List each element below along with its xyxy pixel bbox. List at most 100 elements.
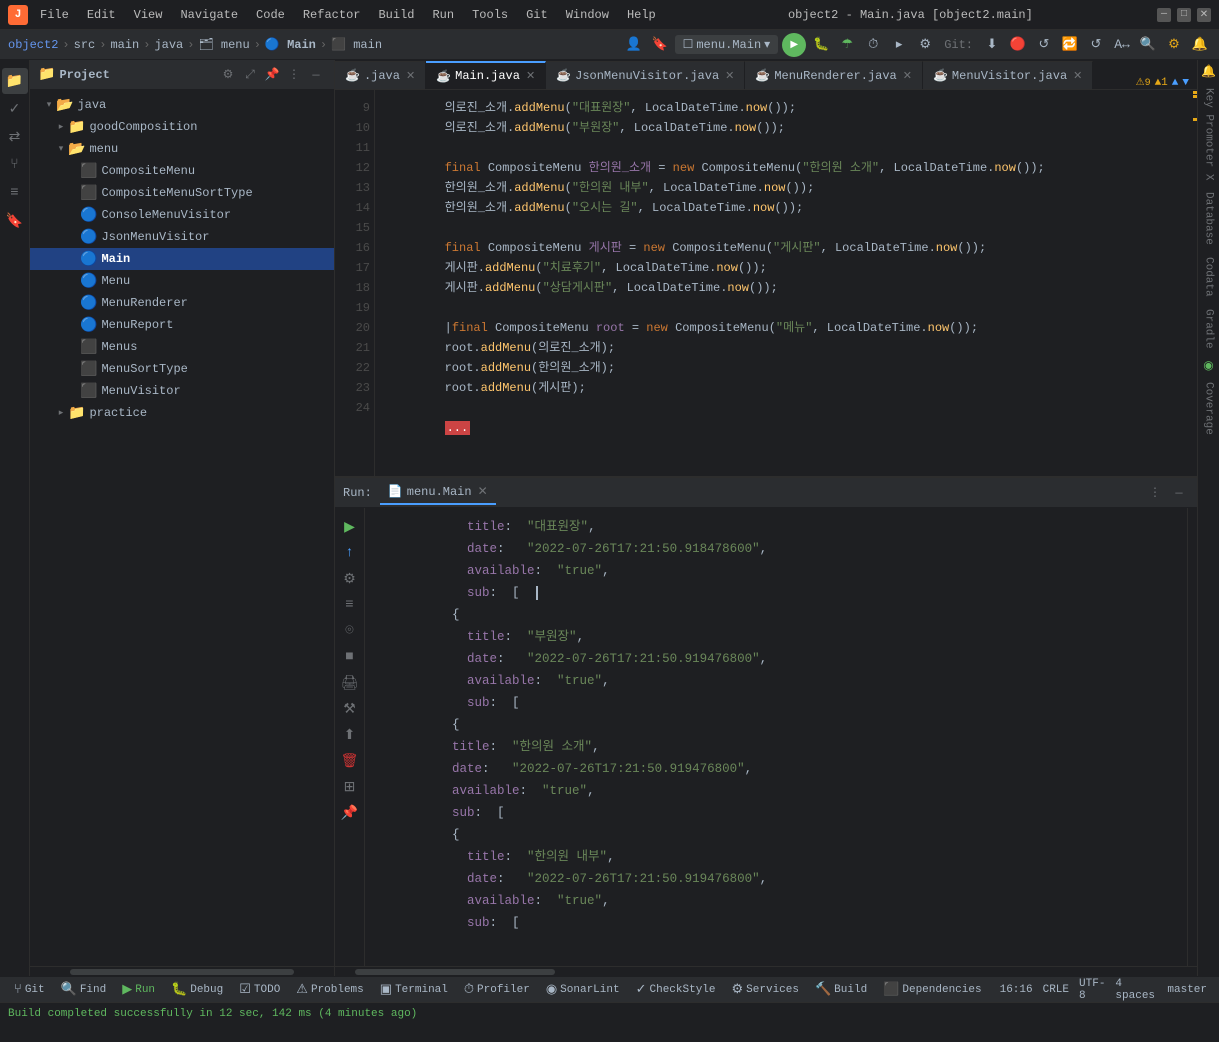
- codata-label[interactable]: Codata: [1203, 251, 1215, 303]
- tab-visitor[interactable]: ☕ MenuVisitor.java ✕: [923, 61, 1093, 89]
- add-user-icon[interactable]: 👤: [623, 34, 645, 56]
- profile-button[interactable]: ⏱: [862, 34, 884, 56]
- tab-renderer-close[interactable]: ✕: [903, 69, 912, 83]
- project-h-scrollbar[interactable]: [30, 966, 334, 976]
- pull-requests-icon[interactable]: ⇄: [2, 124, 28, 150]
- tab-json-close[interactable]: ✕: [725, 69, 734, 83]
- tab-java-close[interactable]: ✕: [406, 69, 415, 83]
- database-label[interactable]: Database: [1203, 186, 1215, 251]
- maximize-button[interactable]: □: [1177, 8, 1191, 22]
- run-scroll-button[interactable]: ≡: [339, 594, 361, 616]
- tree-item-practice[interactable]: ▸ 📁 practice: [30, 402, 334, 424]
- coverage-button[interactable]: ☂: [836, 34, 858, 56]
- tree-item-Menu[interactable]: 🔵 Menu: [30, 270, 334, 292]
- build-status-item[interactable]: 🔨 Build: [809, 977, 873, 1003]
- tree-item-menu[interactable]: ▾ 📂 menu: [30, 138, 334, 160]
- menu-help[interactable]: Help: [619, 6, 664, 24]
- run-rerun-button[interactable]: ↑: [339, 542, 361, 564]
- tree-item-MenuSortType[interactable]: ⬛ MenuSortType: [30, 358, 334, 380]
- tab-renderer[interactable]: ☕ MenuRenderer.java ✕: [745, 61, 923, 89]
- panel-expand-icon[interactable]: ⤢: [240, 65, 260, 85]
- notification-icon[interactable]: 🔔: [1189, 34, 1211, 56]
- close-button[interactable]: ✕: [1197, 8, 1211, 22]
- tree-item-java[interactable]: ▾ 📂 java: [30, 94, 334, 116]
- notifications-icon[interactable]: 🔔: [1198, 60, 1219, 82]
- tab-json[interactable]: ☕ JsonMenuVisitor.java ✕: [546, 61, 745, 89]
- nav-menu[interactable]: 🗂 menu: [198, 37, 249, 52]
- git-status-item[interactable]: ⑂ Git: [8, 977, 51, 1003]
- structure-icon[interactable]: ≡: [2, 180, 28, 206]
- run-status-item[interactable]: ▶ Run: [116, 977, 161, 1003]
- run-stop-button[interactable]: ■: [339, 646, 361, 668]
- tree-item-goodComposition[interactable]: ▸ 📁 goodComposition: [30, 116, 334, 138]
- menu-navigate[interactable]: Navigate: [172, 6, 246, 24]
- tree-item-CompositeMenuSortType[interactable]: ⬛ CompositeMenuSortType: [30, 182, 334, 204]
- git-stash[interactable]: ↺: [1085, 34, 1107, 56]
- run-settings-button[interactable]: ⚙: [339, 568, 361, 590]
- run-tab-main[interactable]: 📄 menu.Main ✕: [380, 480, 496, 505]
- run-panel-minimize[interactable]: —: [1169, 483, 1189, 503]
- tab-visitor-close[interactable]: ✕: [1073, 69, 1082, 83]
- menu-edit[interactable]: Edit: [79, 6, 124, 24]
- panel-pin-icon[interactable]: 📌: [262, 65, 282, 85]
- run-panel-options[interactable]: ⋮: [1145, 483, 1165, 503]
- tree-item-Menus[interactable]: ⬛ Menus: [30, 336, 334, 358]
- profiler-status-item[interactable]: ⏱ Profiler: [458, 977, 536, 1003]
- tree-item-JsonMenuVisitor[interactable]: 🔵 JsonMenuVisitor: [30, 226, 334, 248]
- git-push[interactable]: 🔴: [1007, 34, 1029, 56]
- project-icon[interactable]: 📁: [2, 68, 28, 94]
- nav-src[interactable]: src: [74, 38, 96, 52]
- menu-window[interactable]: Window: [558, 6, 617, 24]
- coverage-icon[interactable]: ◉: [1198, 354, 1219, 376]
- coverage-label[interactable]: Coverage: [1203, 376, 1215, 441]
- tree-item-MenuVisitor[interactable]: ⬛ MenuVisitor: [30, 380, 334, 402]
- minimize-button[interactable]: —: [1157, 8, 1171, 22]
- run-output[interactable]: title: "대표원장", date: "2022-07-26T17:21:5…: [365, 508, 1187, 966]
- run-tab-close[interactable]: ✕: [478, 484, 488, 499]
- run-filter-button[interactable]: ⌾: [339, 620, 361, 642]
- bookmarks-icon[interactable]: 🔖: [2, 208, 28, 234]
- translate-icon[interactable]: A↔: [1111, 34, 1133, 56]
- nav-main-file[interactable]: 🔵 Main: [265, 37, 316, 52]
- checkstyle-status-item[interactable]: ✓ CheckStyle: [630, 977, 722, 1003]
- debug-button[interactable]: 🐛: [810, 34, 832, 56]
- menu-git[interactable]: Git: [518, 6, 556, 24]
- run-print-button[interactable]: 🖨: [339, 672, 361, 694]
- run-play-button[interactable]: ▶: [339, 516, 361, 538]
- bookmark-icon[interactable]: 🔖: [649, 34, 671, 56]
- settings-icon[interactable]: ⚙: [1163, 34, 1185, 56]
- gradle-label[interactable]: Gradle: [1203, 303, 1215, 355]
- tab-main[interactable]: ☕ Main.java ✕: [426, 61, 546, 89]
- sonarlint-status-item[interactable]: ◉ SonarLint: [540, 977, 626, 1003]
- tree-item-MenuRenderer[interactable]: 🔵 MenuRenderer: [30, 292, 334, 314]
- nav-more[interactable]: ⚙: [914, 34, 936, 56]
- menu-view[interactable]: View: [126, 6, 171, 24]
- git-update[interactable]: ⬇: [981, 34, 1003, 56]
- problems-status-item[interactable]: ⚠ Problems: [290, 977, 369, 1003]
- git-history[interactable]: 🔁: [1059, 34, 1081, 56]
- services-status-item[interactable]: ⚙ Services: [726, 977, 805, 1003]
- panel-settings-icon[interactable]: ⚙: [218, 65, 238, 85]
- editor-scrollbar[interactable]: [1187, 90, 1197, 476]
- commit-icon[interactable]: ✓: [2, 96, 28, 122]
- run-clear-button[interactable]: 🗑: [339, 750, 361, 772]
- run-layout-button[interactable]: ⊞: [339, 776, 361, 798]
- tree-item-MenuReport[interactable]: 🔵 MenuReport: [30, 314, 334, 336]
- run-export-button[interactable]: ⬆: [339, 724, 361, 746]
- down-nav[interactable]: ▼: [1182, 77, 1189, 89]
- tab-java[interactable]: ☕ .java ✕: [335, 61, 426, 89]
- menu-code[interactable]: Code: [248, 6, 293, 24]
- run-pin-button[interactable]: 📌: [339, 802, 361, 824]
- run-button[interactable]: ▶: [782, 33, 806, 57]
- dependencies-status-item[interactable]: ⬛ Dependencies: [877, 977, 987, 1003]
- search-everywhere[interactable]: 🔍: [1137, 34, 1159, 56]
- menu-run[interactable]: Run: [424, 6, 462, 24]
- nav-main[interactable]: main: [110, 38, 139, 52]
- menu-file[interactable]: File: [32, 6, 77, 24]
- debug-status-item[interactable]: 🐛 Debug: [165, 977, 229, 1003]
- tree-item-ConsoleMenuVisitor[interactable]: 🔵 ConsoleMenuVisitor: [30, 204, 334, 226]
- terminal-status-item[interactable]: ▣ Terminal: [374, 977, 454, 1003]
- nav-java[interactable]: java: [154, 38, 183, 52]
- run-h-scrollbar[interactable]: [335, 966, 1197, 976]
- nav-method[interactable]: ⬛ main: [331, 37, 382, 52]
